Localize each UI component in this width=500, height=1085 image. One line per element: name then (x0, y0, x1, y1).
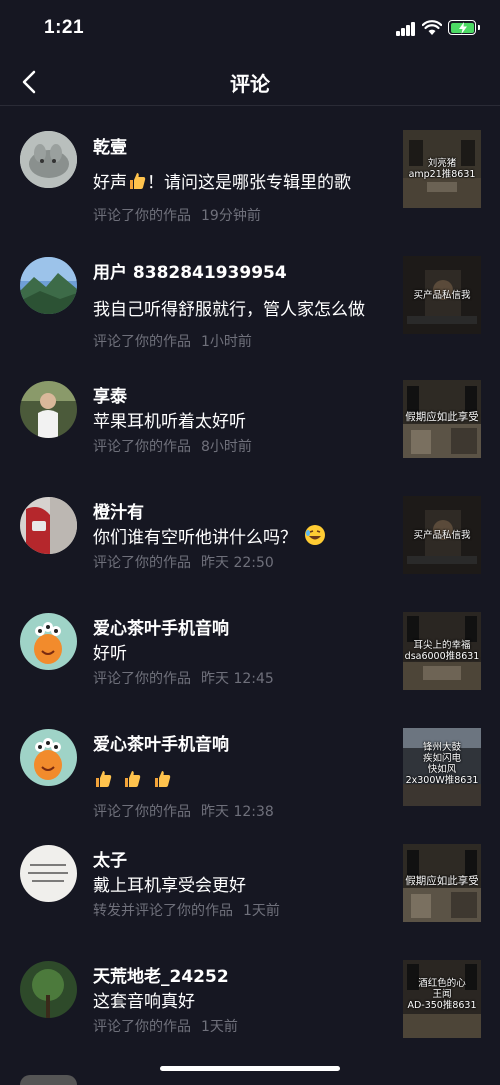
home-indicator[interactable] (160, 1066, 340, 1071)
thumbnail-caption: 酒红色的心 王闻 AD-350推8631 (407, 978, 477, 1011)
comment-meta: 转发并评论了你的作品 1天前 (93, 903, 280, 919)
status-bar: 1:21 (0, 0, 500, 58)
user-name[interactable]: 享泰 (93, 382, 127, 407)
video-thumbnail[interactable]: 买产品私信我 (403, 496, 481, 574)
avatar[interactable] (20, 381, 77, 438)
thumbs-up-icon (130, 173, 146, 189)
comment-item[interactable]: 爱心茶叶手机音响 评论了你的作品 昨天 12:38 锋州大鼓 疾如闪电 快如风 2… (0, 705, 500, 820)
avatar[interactable] (20, 845, 77, 902)
comment-meta: 评论了你的作品 昨天 22:50 (93, 555, 274, 571)
thumbs-up-icon (154, 771, 170, 787)
avatar[interactable] (20, 613, 77, 670)
comment-text: 苹果耳机听着太好听 (93, 412, 246, 432)
wifi-icon (422, 20, 442, 35)
rolling-laughing-emoji-icon (305, 525, 326, 545)
comment-item[interactable]: 爱心茶叶手机音响 好听 评论了你的作品 昨天 12:45 耳尖上的幸福 dsa60… (0, 589, 500, 704)
user-name[interactable]: 乾壹 (93, 133, 127, 158)
comment-item[interactable]: 享泰 苹果耳机听着太好听 评论了你的作品 8小时前 假期应如此享受 (0, 357, 500, 472)
comment-meta: 评论了你的作品 昨天 12:38 (93, 804, 274, 820)
thumbnail-caption: 假期应如此享受 (405, 411, 479, 423)
timestamp: 昨天 22:50 (201, 555, 274, 571)
status-time: 1:21 (44, 17, 85, 38)
user-name[interactable]: 天荒地老_24252 (93, 962, 229, 987)
comment-meta: 评论了你的作品 19分钟前 (93, 208, 261, 224)
avatar (20, 1075, 77, 1085)
video-thumbnail[interactable]: 买产品私信我 (403, 256, 481, 334)
comment-item[interactable]: 天荒地老_24252 这套音响真好 评论了你的作品 1天前 酒红色的心 王闻 AD… (0, 937, 500, 1052)
timestamp: 1天前 (243, 903, 280, 919)
comment-meta: 评论了你的作品 昨天 12:45 (93, 671, 274, 687)
comment-text: 戴上耳机享受会更好 (93, 876, 246, 896)
video-thumbnail[interactable]: 酒红色的心 王闻 AD-350推8631 (403, 960, 481, 1038)
comment-meta: 评论了你的作品 1小时前 (93, 334, 252, 350)
battery-charging-icon (448, 20, 480, 35)
comment-item[interactable]: 橙汁有 你们谁有空听他讲什么吗？ 评论了你的作品 昨天 22:50 买产品私信我 (0, 473, 500, 588)
thumbnail-caption: 刘亮猪 amp21推8631 (408, 158, 476, 180)
avatar[interactable] (20, 729, 77, 786)
timestamp: 19分钟前 (201, 208, 261, 224)
thumbnail-caption: 买产品私信我 (413, 290, 471, 301)
timestamp: 1小时前 (201, 334, 252, 350)
comment-text: 我自己听得舒服就行，管人家怎么做 (93, 300, 365, 320)
comment-item[interactable]: 乾壹 好声 ！请问这是哪张专辑里的歌 评论了你的作品 19分钟前 刘亮猪 amp21… (0, 107, 500, 224)
comment-item[interactable]: 用户 8382841939954 我自己听得舒服就行，管人家怎么做 评论了你的作… (0, 233, 500, 350)
video-thumbnail[interactable]: 耳尖上的幸福 dsa6000推8631 (403, 612, 481, 690)
thumbs-up-icon (96, 771, 112, 787)
navigation-bar: 评论 (0, 58, 500, 106)
video-thumbnail[interactable]: 假期应如此享受 (403, 380, 481, 458)
user-name[interactable]: 太子 (93, 846, 127, 871)
user-name[interactable]: 爱心茶叶手机音响 (93, 614, 229, 639)
avatar[interactable] (20, 257, 77, 314)
comment-text: 你们谁有空听他讲什么吗？ (93, 523, 326, 548)
comment-text (93, 769, 172, 791)
cellular-signal-icon (396, 22, 416, 36)
timestamp: 8小时前 (201, 439, 252, 455)
video-thumbnail[interactable]: 锋州大鼓 疾如闪电 快如风 2x300W推8631 (403, 728, 481, 806)
comment-item[interactable]: 太子 戴上耳机享受会更好 转发并评论了你的作品 1天前 假期应如此享受 (0, 821, 500, 936)
comment-text: 好听 (93, 644, 127, 664)
comment-meta: 评论了你的作品 1天前 (93, 1019, 238, 1035)
avatar[interactable] (20, 131, 77, 188)
comment-meta: 评论了你的作品 8小时前 (93, 439, 252, 455)
timestamp: 昨天 12:45 (201, 671, 274, 687)
thumbs-up-icon (125, 771, 141, 787)
avatar[interactable] (20, 497, 77, 554)
comment-text: 这套音响真好 (93, 992, 195, 1012)
user-name[interactable]: 用户 8382841939954 (93, 258, 287, 283)
page-title: 评论 (230, 72, 270, 96)
timestamp: 1天前 (201, 1019, 238, 1035)
video-thumbnail[interactable]: 刘亮猪 amp21推8631 (403, 130, 481, 208)
timestamp: 昨天 12:38 (201, 804, 274, 820)
video-thumbnail[interactable]: 假期应如此享受 (403, 844, 481, 922)
user-name[interactable]: 爱心茶叶手机音响 (93, 730, 229, 755)
thumbnail-caption: 耳尖上的幸福 dsa6000推8631 (404, 640, 480, 662)
avatar[interactable] (20, 961, 77, 1018)
user-name[interactable]: 橙汁有 (93, 498, 144, 523)
thumbnail-caption: 买产品私信我 (413, 530, 471, 541)
thumbnail-caption: 锋州大鼓 疾如闪电 快如风 2x300W推8631 (405, 742, 479, 786)
thumbnail-caption: 假期应如此享受 (405, 875, 479, 887)
comment-text: 好声 ！请问这是哪张专辑里的歌 (93, 173, 351, 193)
